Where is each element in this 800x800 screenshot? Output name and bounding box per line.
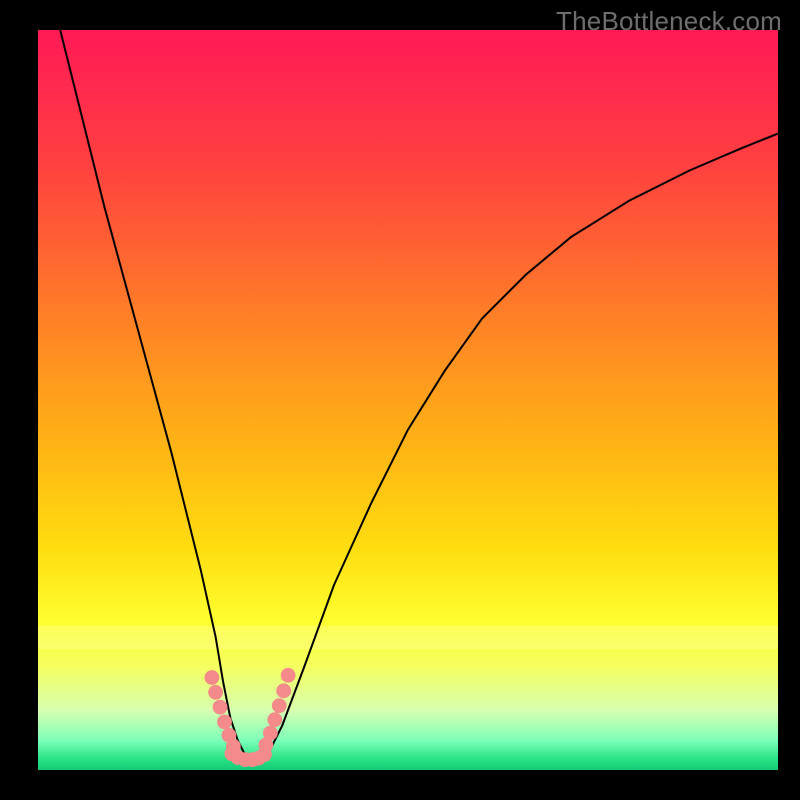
bottleneck-zone-right-dot xyxy=(267,712,282,727)
watermark-text: TheBottleneck.com xyxy=(556,6,782,37)
bottleneck-zone-right-dot xyxy=(276,683,291,698)
bottleneck-zone-left-dot xyxy=(205,670,220,685)
chart-frame: TheBottleneck.com xyxy=(0,0,800,800)
bottleneck-zone-right-dot xyxy=(263,726,278,741)
curve-main xyxy=(60,30,778,763)
bottleneck-zone-right-dot xyxy=(272,698,287,713)
bottleneck-zone-left-dot xyxy=(213,700,228,715)
chart-svg xyxy=(38,30,778,770)
bottleneck-zone-right-dot xyxy=(281,668,296,683)
bottleneck-zone-left-dot xyxy=(208,685,223,700)
plot-area xyxy=(38,30,778,770)
bottleneck-zone-left-dot xyxy=(217,715,232,730)
